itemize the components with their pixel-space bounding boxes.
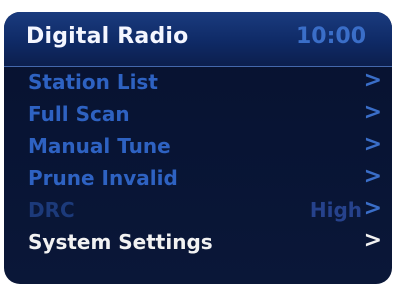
menu-list: Station List > Full Scan > Manual Tune >… bbox=[4, 66, 392, 258]
chevron-right-icon: > bbox=[363, 196, 382, 221]
menu-item-manual-tune[interactable]: Manual Tune > bbox=[4, 130, 392, 162]
menu-item-label: DRC bbox=[28, 198, 75, 222]
chevron-right-icon: > bbox=[363, 100, 382, 125]
chevron-right-icon: > bbox=[363, 164, 382, 189]
chevron-right-icon: > bbox=[363, 132, 382, 157]
menu-item-label: Full Scan bbox=[28, 102, 130, 126]
menu-item-prune-invalid[interactable]: Prune Invalid > bbox=[4, 162, 392, 194]
menu-item-label: Station List bbox=[28, 70, 158, 94]
clock-time: 10:00 bbox=[295, 24, 366, 49]
menu-item-label: Prune Invalid bbox=[28, 166, 178, 190]
drc-value: High bbox=[309, 198, 362, 222]
header-bar: Digital Radio 10:00 bbox=[4, 12, 392, 67]
menu-item-system-settings[interactable]: System Settings > bbox=[4, 226, 392, 258]
menu-item-full-scan[interactable]: Full Scan > bbox=[4, 98, 392, 130]
menu-item-label: Manual Tune bbox=[28, 134, 171, 158]
radio-display-screen: Digital Radio 10:00 Station List > Full … bbox=[4, 12, 392, 284]
chevron-right-icon: > bbox=[363, 68, 382, 93]
page-title: Digital Radio bbox=[26, 24, 189, 49]
menu-item-label: System Settings bbox=[28, 230, 213, 254]
menu-item-drc[interactable]: DRC High > bbox=[4, 194, 392, 226]
chevron-right-icon: > bbox=[363, 228, 382, 253]
menu-item-station-list[interactable]: Station List > bbox=[4, 66, 392, 98]
